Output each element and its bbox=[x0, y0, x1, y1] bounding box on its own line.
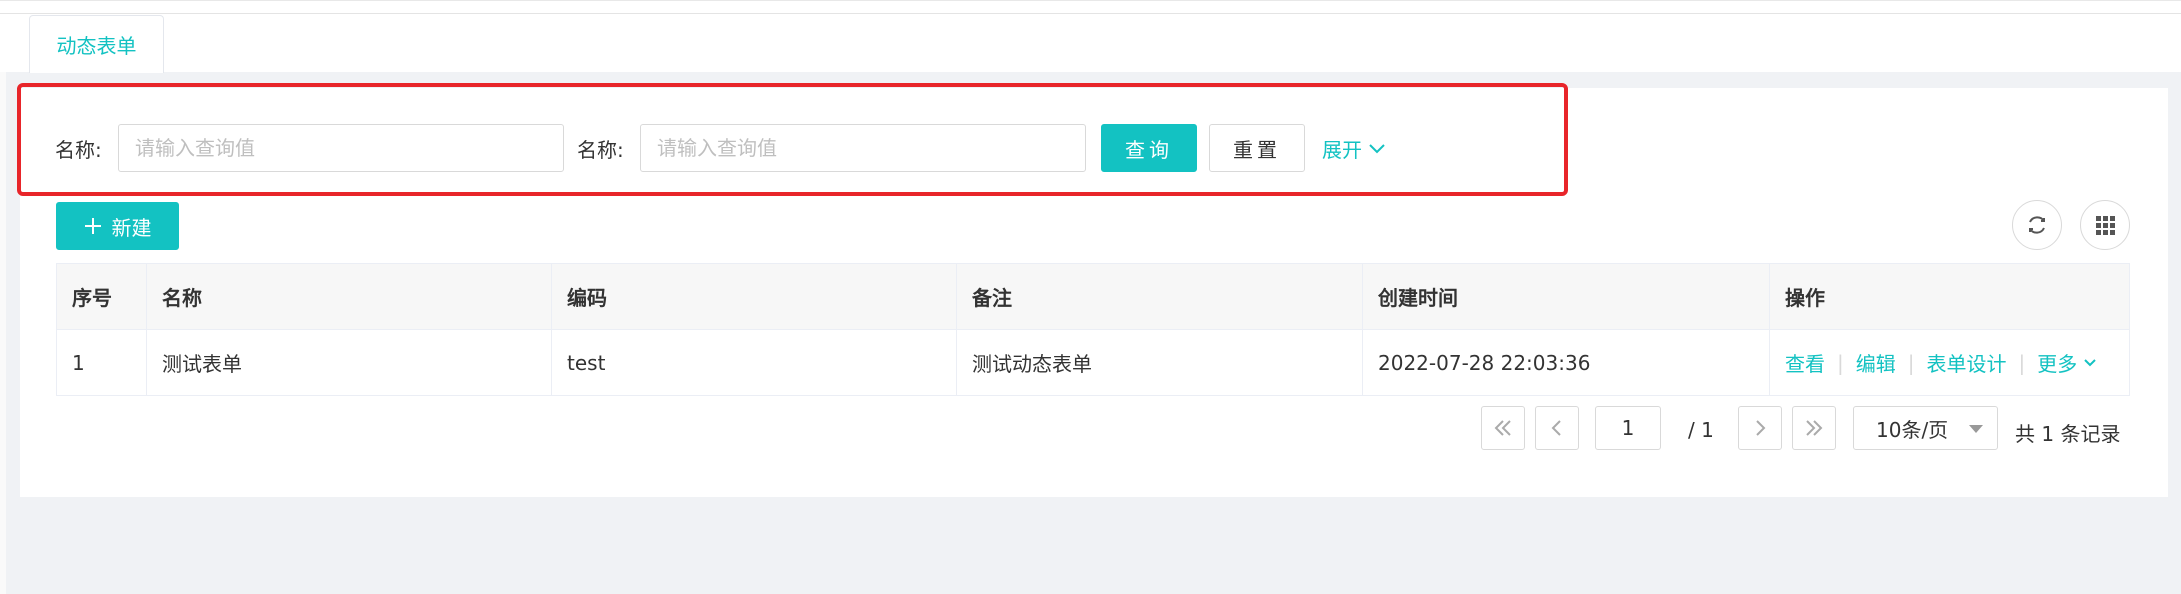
query-label: 查询 bbox=[1125, 137, 1173, 162]
column-header-code: 编码 bbox=[551, 263, 957, 330]
name-search-input-2[interactable] bbox=[640, 124, 1086, 172]
current-page: 1 bbox=[1621, 416, 1635, 440]
chevron-left-icon bbox=[1551, 420, 1561, 436]
double-chevron-left-icon bbox=[1494, 420, 1511, 436]
column-header-name: 名称 bbox=[146, 263, 552, 330]
table-header-row: 序号 名称 编码 备注 创建时间 操作 bbox=[56, 263, 2130, 330]
cell-index: 1 bbox=[56, 329, 147, 396]
refresh-icon bbox=[2029, 216, 2045, 234]
refresh-button[interactable] bbox=[2012, 200, 2062, 250]
expand-link[interactable]: 展开 bbox=[1322, 134, 1386, 163]
column-settings-button[interactable] bbox=[2080, 200, 2130, 250]
total-records: 共 1 条记录 bbox=[2015, 422, 2121, 446]
expand-label: 展开 bbox=[1322, 138, 1362, 162]
column-header-created: 创建时间 bbox=[1362, 263, 1770, 330]
next-page-button[interactable] bbox=[1738, 406, 1782, 450]
grid-icon bbox=[2096, 216, 2115, 235]
chevron-down-icon bbox=[2084, 358, 2096, 366]
reset-button[interactable]: 重置 bbox=[1209, 124, 1305, 172]
row-actions: 查看 | 编辑 | 表单设计 | 更多 bbox=[1785, 348, 2114, 377]
prev-page-button[interactable] bbox=[1535, 406, 1579, 450]
action-separator: | bbox=[1907, 350, 1915, 375]
column-header-remark: 备注 bbox=[956, 263, 1363, 330]
new-button[interactable]: 新建 bbox=[56, 202, 179, 250]
double-chevron-right-icon bbox=[1806, 420, 1823, 436]
edit-link[interactable]: 编辑 bbox=[1856, 348, 1896, 377]
name-label-1: 名称: bbox=[55, 138, 102, 162]
caret-down-icon bbox=[1969, 425, 1983, 433]
view-link[interactable]: 查看 bbox=[1785, 348, 1825, 377]
last-page-button[interactable] bbox=[1792, 406, 1836, 450]
action-separator: | bbox=[1837, 350, 1844, 375]
page-size-select[interactable]: 10条/页 bbox=[1853, 406, 1998, 450]
cell-actions: 查看 | 编辑 | 表单设计 | 更多 bbox=[1769, 329, 2130, 396]
tab-label: 动态表单 bbox=[56, 34, 137, 58]
plus-icon bbox=[84, 218, 101, 234]
reset-label: 重置 bbox=[1233, 137, 1281, 162]
form-table: 序号 名称 编码 备注 创建时间 操作 1 测试表单 test 测试动态表单 2… bbox=[56, 263, 2130, 396]
page-size-value: 10条/页 bbox=[1876, 417, 1949, 442]
page-number-input[interactable]: 1 bbox=[1595, 406, 1661, 450]
form-design-link[interactable]: 表单设计 bbox=[1927, 348, 2007, 377]
top-divider bbox=[0, 13, 2181, 14]
name-label-2: 名称: bbox=[577, 138, 624, 162]
more-label: 更多 bbox=[2037, 352, 2078, 376]
table-row: 1 测试表单 test 测试动态表单 2022-07-28 22:03:36 查… bbox=[56, 329, 2130, 396]
cell-created: 2022-07-28 22:03:36 bbox=[1362, 329, 1770, 396]
query-button[interactable]: 查询 bbox=[1101, 124, 1197, 172]
left-edge bbox=[0, 72, 6, 594]
chevron-right-icon bbox=[1756, 420, 1766, 436]
cell-name: 测试表单 bbox=[146, 329, 552, 396]
column-header-index: 序号 bbox=[56, 263, 147, 330]
action-separator: | bbox=[2018, 350, 2026, 375]
cell-remark: 测试动态表单 bbox=[956, 329, 1363, 396]
total-pages: / 1 bbox=[1688, 418, 1714, 442]
column-header-actions: 操作 bbox=[1769, 263, 2130, 330]
new-label: 新建 bbox=[111, 215, 152, 240]
chevron-down-icon bbox=[1369, 143, 1385, 153]
cell-code: test bbox=[551, 329, 957, 396]
tab-dynamic-form[interactable]: 动态表单 bbox=[29, 15, 164, 73]
tab-bar: 动态表单 bbox=[0, 0, 2181, 73]
more-link[interactable]: 更多 bbox=[2037, 348, 2097, 377]
first-page-button[interactable] bbox=[1481, 406, 1525, 450]
name-search-input-1[interactable] bbox=[118, 124, 564, 172]
